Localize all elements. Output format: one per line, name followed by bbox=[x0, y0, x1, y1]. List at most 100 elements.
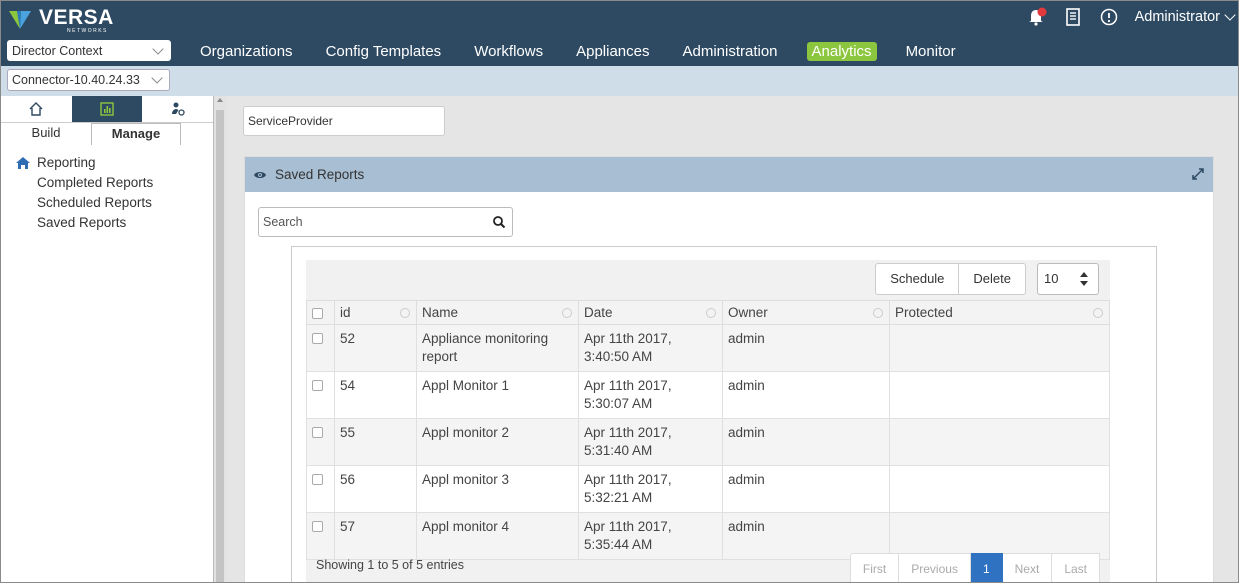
cell-id: 55 bbox=[334, 418, 417, 466]
column-header-id[interactable]: id bbox=[334, 300, 417, 325]
table-row[interactable]: 54 Appl Monitor 1 Apr 11th 2017, 5:30:07 … bbox=[306, 371, 1110, 419]
cell-name-line1: Appl monitor 4 bbox=[422, 519, 510, 534]
cell-name-line1: Appl Monitor 1 bbox=[422, 378, 510, 393]
pagination-previous[interactable]: Previous bbox=[899, 553, 971, 582]
nav-administration[interactable]: Administration bbox=[678, 42, 781, 61]
sidebar: Build Manage Reporting Completed Reports… bbox=[1, 96, 214, 582]
sort-icon bbox=[562, 308, 572, 318]
cell-owner: admin bbox=[722, 465, 890, 513]
main-content: ServiceProvider Saved Reports Search Sch… bbox=[226, 96, 1238, 582]
table-toolbar: Schedule Delete 10 bbox=[875, 263, 1110, 295]
user-menu[interactable]: Administrator bbox=[1135, 9, 1236, 25]
column-header-owner[interactable]: Owner bbox=[722, 300, 890, 325]
sidebar-item-scheduled-reports[interactable]: Scheduled Reports bbox=[15, 193, 213, 213]
page-size-select[interactable]: 10 bbox=[1037, 263, 1099, 295]
sidebar-item-saved-reports[interactable]: Saved Reports bbox=[15, 213, 213, 233]
brand-name: VERSA bbox=[39, 5, 114, 29]
tree-item-reporting[interactable]: Reporting bbox=[15, 155, 213, 170]
row-checkbox[interactable] bbox=[312, 333, 323, 344]
cell-date-line1: Apr 11th 2017, bbox=[584, 519, 672, 534]
reports-list-icon[interactable] bbox=[1063, 7, 1083, 27]
cell-date: Apr 11th 2017, 5:35:44 AM bbox=[578, 512, 723, 560]
search-icon[interactable] bbox=[492, 215, 506, 229]
cell-date-line1: Apr 11th 2017, bbox=[584, 378, 672, 393]
row-select-cell bbox=[306, 324, 335, 372]
versa-logo[interactable]: VERSA NETWORKS bbox=[7, 5, 114, 35]
row-checkbox[interactable] bbox=[312, 474, 323, 485]
connector-value: Connector-10.40.24.33 bbox=[12, 73, 140, 87]
cell-date-line2: 5:31:40 AM bbox=[584, 443, 653, 458]
select-all-cell bbox=[306, 300, 335, 325]
nav-organizations[interactable]: Organizations bbox=[196, 42, 297, 61]
cell-id: 52 bbox=[334, 324, 417, 372]
select-all-checkbox[interactable] bbox=[312, 307, 323, 319]
tab-build[interactable]: Build bbox=[1, 123, 91, 145]
tab-analytics[interactable] bbox=[71, 96, 143, 123]
sort-icon bbox=[1093, 308, 1103, 318]
row-checkbox[interactable] bbox=[312, 521, 323, 532]
scroll-up-arrow-icon[interactable] bbox=[217, 98, 223, 102]
cell-date-line2: 5:35:44 AM bbox=[584, 537, 653, 552]
cell-name: Appliance monitoring report bbox=[416, 324, 579, 372]
sidebar-scrollbar[interactable] bbox=[214, 96, 226, 582]
schedule-button[interactable]: Schedule bbox=[875, 263, 960, 295]
cell-owner: admin bbox=[722, 418, 890, 466]
tab-home[interactable] bbox=[1, 96, 72, 123]
delete-button[interactable]: Delete bbox=[959, 263, 1026, 295]
cell-protected bbox=[889, 371, 1110, 419]
scrollbar-thumb[interactable] bbox=[216, 110, 224, 582]
column-label-id: id bbox=[340, 305, 351, 320]
column-header-protected[interactable]: Protected bbox=[889, 300, 1110, 325]
nav-workflows[interactable]: Workflows bbox=[470, 42, 547, 61]
pagination-last[interactable]: Last bbox=[1052, 553, 1100, 582]
connector-select[interactable]: Connector-10.40.24.33 bbox=[7, 69, 170, 91]
nav-config-templates[interactable]: Config Templates bbox=[322, 42, 446, 61]
nav-appliances[interactable]: Appliances bbox=[572, 42, 653, 61]
pagination-next[interactable]: Next bbox=[1002, 553, 1053, 582]
versa-logo-icon bbox=[9, 11, 31, 29]
sidebar-item-completed-reports[interactable]: Completed Reports bbox=[15, 173, 213, 193]
pagination-page-1[interactable]: 1 bbox=[970, 553, 1003, 582]
cell-owner: admin bbox=[722, 324, 890, 372]
cell-id: 57 bbox=[334, 512, 417, 560]
panel-header: Saved Reports bbox=[245, 157, 1213, 192]
table-row[interactable]: 56 Appl monitor 3 Apr 11th 2017, 5:32:21 … bbox=[306, 465, 1110, 513]
cell-name-line1: Appl monitor 3 bbox=[422, 472, 510, 487]
cell-id: 54 bbox=[334, 371, 417, 419]
cell-name: Appl monitor 2 bbox=[416, 418, 579, 466]
organization-field[interactable]: ServiceProvider bbox=[243, 106, 445, 136]
nav-monitor[interactable]: Monitor bbox=[902, 42, 960, 61]
panel-title: Saved Reports bbox=[275, 167, 365, 182]
sort-icon bbox=[400, 308, 410, 318]
row-checkbox[interactable] bbox=[312, 380, 323, 391]
expand-icon[interactable] bbox=[1191, 167, 1205, 181]
pagination-first[interactable]: First bbox=[849, 553, 900, 582]
column-header-date[interactable]: Date bbox=[578, 300, 723, 325]
cell-date-line1: Apr 11th 2017, bbox=[584, 331, 672, 346]
chevron-down-icon bbox=[1224, 9, 1236, 21]
table-row[interactable]: 55 Appl monitor 2 Apr 11th 2017, 5:31:40 … bbox=[306, 418, 1110, 466]
sort-icon bbox=[873, 308, 883, 318]
tree-label-reporting: Reporting bbox=[37, 155, 96, 170]
info-icon[interactable] bbox=[1099, 7, 1119, 27]
cell-protected bbox=[889, 465, 1110, 513]
reports-table-area: Schedule Delete 10 id Name Date Owner Pr… bbox=[306, 260, 1110, 582]
brand-sub: NETWORKS bbox=[67, 27, 108, 34]
table-row[interactable]: 52 Appliance monitoring report Apr 11th 2… bbox=[306, 324, 1110, 372]
home-icon bbox=[29, 102, 43, 116]
tab-user-settings[interactable] bbox=[142, 96, 214, 123]
search-placeholder: Search bbox=[263, 215, 303, 229]
tab-manage[interactable]: Manage bbox=[91, 123, 181, 145]
table-info: Showing 1 to 5 of 5 entries bbox=[316, 558, 465, 572]
sidebar-tabs: Build Manage bbox=[1, 123, 213, 145]
director-context-select[interactable]: Director Context bbox=[7, 40, 171, 61]
column-header-name[interactable]: Name bbox=[416, 300, 579, 325]
column-label-protected: Protected bbox=[895, 305, 953, 320]
cell-date-line2: 5:32:21 AM bbox=[584, 490, 653, 505]
nav-analytics[interactable]: Analytics bbox=[806, 41, 877, 61]
notification-bell-icon[interactable] bbox=[1027, 7, 1047, 27]
search-input[interactable]: Search bbox=[258, 207, 513, 237]
cell-protected bbox=[889, 418, 1110, 466]
row-select-cell bbox=[306, 465, 335, 513]
row-checkbox[interactable] bbox=[312, 427, 323, 438]
